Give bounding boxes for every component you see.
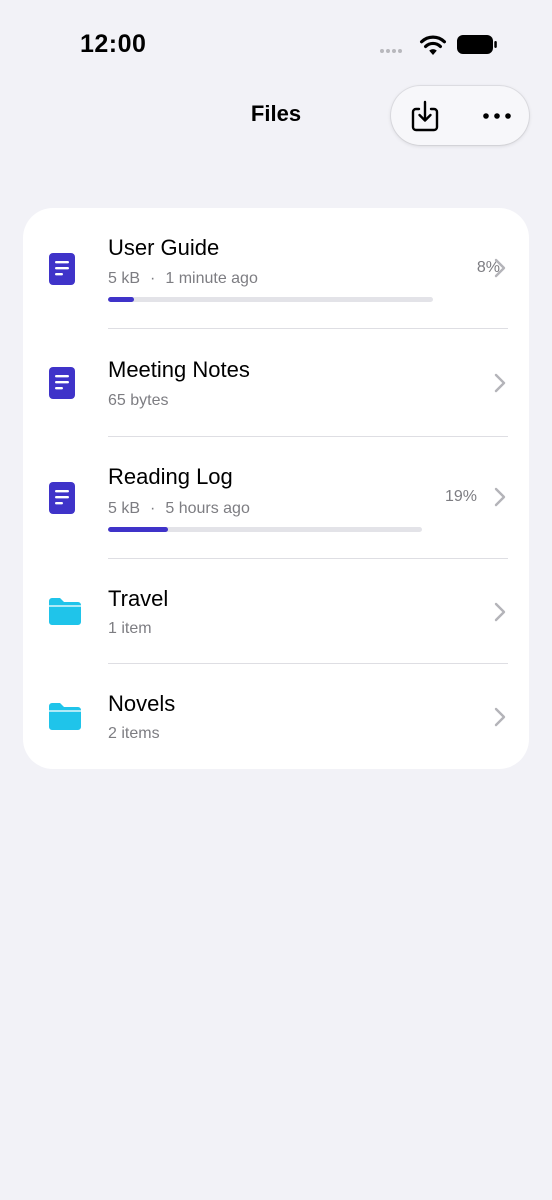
meta-separator: · (150, 500, 156, 517)
status-bar: 12:00 (0, 0, 552, 80)
import-button[interactable] (393, 86, 457, 145)
cellular-signal-icon (380, 49, 402, 53)
folder-icon (49, 703, 81, 730)
file-meta: 5 kB · 1 minute ago (108, 270, 258, 288)
battery-icon (457, 35, 497, 54)
folder-item-count: 1 item (108, 620, 152, 637)
toolbar-actions (391, 86, 529, 145)
file-name: User Guide (108, 235, 220, 260)
folder-icon (49, 598, 81, 625)
import-icon (411, 100, 439, 131)
progress-percent: 19% (444, 488, 477, 505)
list-item-user-guide[interactable]: User Guide 5 kB · 1 minute ago 8% (23, 208, 529, 328)
file-list: User Guide 5 kB · 1 minute ago 8% Meeting … (23, 208, 529, 769)
folder-name: Travel (108, 586, 169, 611)
list-item-reading-log[interactable]: Reading Log 5 kB · 5 hours ago 19% (23, 437, 529, 558)
wifi-icon (420, 35, 446, 55)
progress-percent: 8% (476, 259, 500, 276)
file-meta: 5 kB · 5 hours ago (108, 500, 250, 518)
file-size: 5 kB (108, 500, 141, 517)
more-icon (483, 112, 511, 119)
list-item-travel[interactable]: Travel 1 item (23, 559, 529, 663)
file-size: 65 bytes (108, 392, 169, 409)
more-button[interactable] (465, 86, 529, 145)
meta-separator: · (150, 270, 156, 287)
document-icon (49, 482, 75, 514)
folder-item-count: 2 items (108, 725, 160, 742)
document-icon (49, 367, 75, 399)
file-modified: 1 minute ago (165, 270, 258, 287)
list-item-meeting-notes[interactable]: Meeting Notes 65 bytes (23, 329, 529, 436)
chevron-right-icon (494, 602, 506, 622)
progress-bar (108, 297, 433, 302)
chevron-right-icon (494, 258, 506, 278)
file-name: Meeting Notes (108, 357, 250, 382)
file-name: Reading Log (108, 464, 233, 489)
progress-fill (108, 527, 168, 532)
file-meta: 65 bytes (108, 392, 168, 410)
status-time: 12:00 (80, 30, 147, 58)
document-icon (49, 253, 75, 285)
chevron-right-icon (494, 373, 506, 393)
progress-bar (108, 527, 422, 532)
chevron-right-icon (494, 487, 506, 507)
folder-name: Novels (108, 691, 176, 716)
file-modified: 5 hours ago (165, 500, 250, 517)
list-item-novels[interactable]: Novels 2 items (23, 664, 529, 769)
file-size: 5 kB (108, 270, 141, 287)
chevron-right-icon (494, 707, 506, 727)
progress-fill (108, 297, 134, 302)
